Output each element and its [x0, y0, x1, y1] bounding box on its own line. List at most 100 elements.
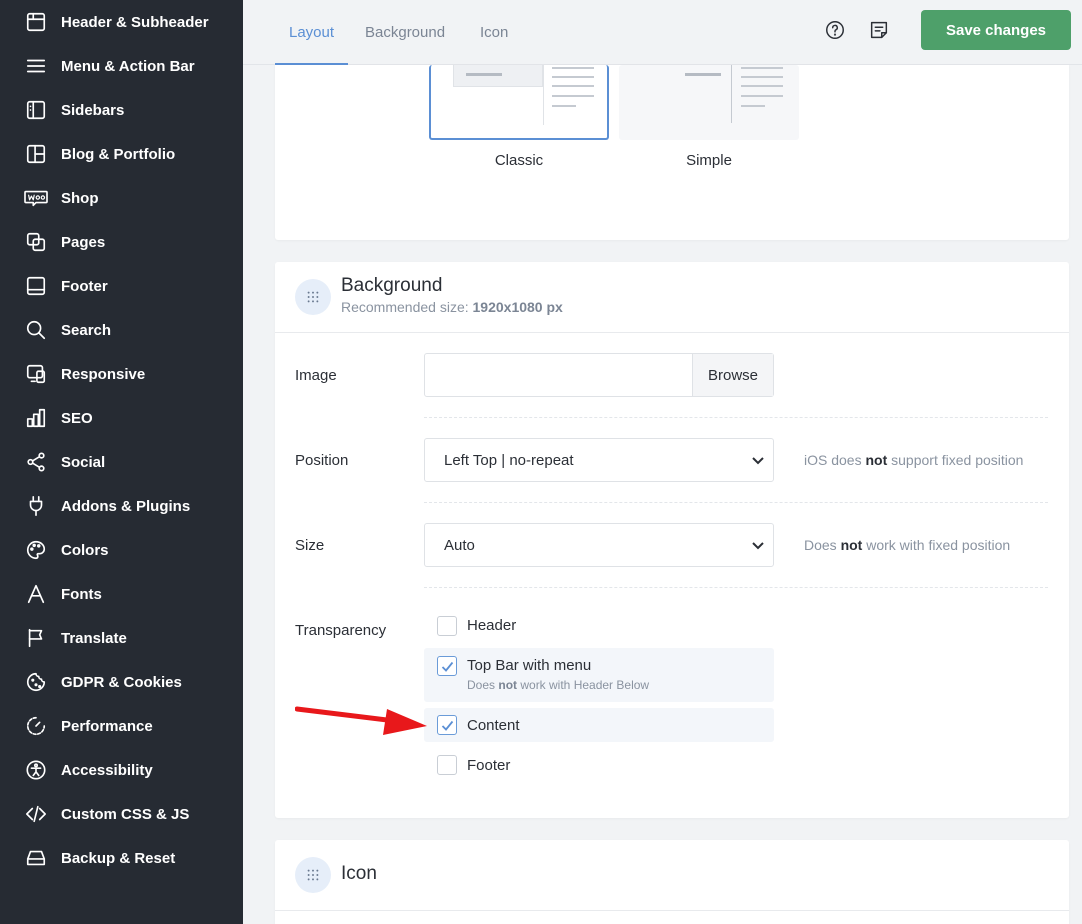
footer-checkbox[interactable] [437, 755, 457, 775]
checkbox-label: Content [467, 717, 520, 734]
card-title: Background [341, 275, 443, 296]
sidebar-item-performance[interactable]: Performance [0, 704, 243, 748]
transparency-header-checkbox-row[interactable]: Header [424, 608, 774, 640]
sidebar-item-label: GDPR & Cookies [61, 673, 182, 691]
sidebar-item-translate[interactable]: Translate [0, 616, 243, 660]
check-icon [441, 661, 454, 672]
sidebar-item-shop[interactable]: Shop [0, 176, 243, 220]
plug-icon [24, 494, 48, 518]
layout-preview-header [453, 65, 543, 87]
image-field: Browse [424, 353, 774, 397]
sidebar-item-footer[interactable]: Footer [0, 264, 243, 308]
icon-card: Icon [275, 840, 1069, 924]
woo-icon [22, 186, 50, 210]
sidebar-item-fonts[interactable]: Fonts [0, 572, 243, 616]
accessibility-icon [24, 758, 48, 782]
sidebar-item-label: Accessibility [61, 761, 153, 779]
header-checkbox[interactable] [437, 616, 457, 636]
position-hint: iOS does not support fixed position [804, 452, 1023, 468]
sidebar-item-pages[interactable]: Pages [0, 220, 243, 264]
sidebar-item-colors[interactable]: Colors [0, 528, 243, 572]
checkbox-sublabel: Does not work with Header Below [467, 678, 649, 692]
row-separator [424, 587, 1048, 588]
card-title: Icon [341, 863, 377, 884]
hint-suffix: work with fixed position [862, 537, 1011, 553]
hint-prefix: iOS does [804, 452, 866, 468]
sidebar-item-backup-reset[interactable]: Backup & Reset [0, 836, 243, 880]
sidebar-item-blog-portfolio[interactable]: Blog & Portfolio [0, 132, 243, 176]
save-changes-button[interactable]: Save changes [921, 10, 1071, 50]
blog-icon [24, 142, 48, 166]
sidebar-item-label: Fonts [61, 585, 102, 603]
hint-bold: not [840, 537, 863, 553]
help-icon[interactable] [824, 19, 846, 41]
tab-icon[interactable]: Icon [480, 0, 508, 65]
sidebar-item-header-subheader[interactable]: Header & Subheader [0, 0, 243, 44]
hint-suffix: support fixed position [887, 452, 1024, 468]
sidebar-item-label: Addons & Plugins [61, 497, 191, 515]
sidebar-item-label: Sidebars [61, 101, 125, 119]
sidebar-item-accessibility[interactable]: Accessibility [0, 748, 243, 792]
sidebar: Header & Subheader Menu & Action Bar Sid… [0, 0, 243, 924]
top-bar-checkbox[interactable] [437, 656, 457, 676]
sidebar-item-label: Translate [61, 629, 127, 647]
position-select[interactable]: Left Top | no-repeat [424, 438, 774, 482]
sidebar-item-custom-css-js[interactable]: Custom CSS & JS [0, 792, 243, 836]
layout-option-simple[interactable] [619, 65, 799, 140]
browse-button[interactable]: Browse [692, 354, 773, 396]
size-select[interactable]: Auto [424, 523, 774, 567]
annotation-arrow-icon [295, 706, 427, 735]
sidebar-item-search[interactable]: Search [0, 308, 243, 352]
tab-label: Icon [480, 24, 509, 41]
tab-background[interactable]: Background [365, 0, 445, 65]
sidebar-item-label: Blog & Portfolio [61, 145, 176, 163]
drag-handle-icon[interactable] [295, 279, 331, 315]
share-icon [24, 450, 48, 474]
check-icon [441, 720, 454, 731]
image-url-input[interactable] [425, 354, 692, 396]
sidebar-item-menu-action-bar[interactable]: Menu & Action Bar [0, 44, 243, 88]
sub-suffix: work with Header Below [517, 678, 650, 692]
size-value: Auto [444, 537, 475, 554]
palette-icon [24, 538, 48, 562]
hint-bold: not [865, 452, 888, 468]
transparency-footer-checkbox-row[interactable]: Footer [424, 748, 774, 782]
sidebar-item-social[interactable]: Social [0, 440, 243, 484]
subtitle-prefix: Recommended size: [341, 299, 473, 315]
position-label: Position [295, 452, 349, 469]
responsive-icon [24, 362, 48, 386]
tab-layout[interactable]: Layout [274, 0, 349, 66]
menu-icon [24, 54, 48, 78]
sidebar-item-responsive[interactable]: Responsive [0, 352, 243, 396]
image-label: Image [295, 367, 337, 384]
sidebar-item-seo[interactable]: SEO [0, 396, 243, 440]
transparency-top-bar-checkbox-row[interactable]: Top Bar with menu Does not work with Hea… [424, 648, 774, 702]
cookie-icon [24, 670, 48, 694]
top-bar: Layout Background Icon Save changes [243, 0, 1082, 66]
sidebar-item-sidebars[interactable]: Sidebars [0, 88, 243, 132]
notes-icon[interactable] [868, 19, 890, 41]
content-checkbox[interactable] [437, 715, 457, 735]
chevron-down-icon [751, 453, 765, 467]
drag-handle-icon[interactable] [295, 857, 331, 893]
position-value: Left Top | no-repeat [444, 452, 574, 469]
sidebar-item-label: Menu & Action Bar [61, 57, 195, 75]
divider [275, 910, 1069, 911]
row-separator [424, 502, 1048, 503]
performance-icon [24, 714, 48, 738]
header-icon [24, 10, 48, 34]
sidebar-item-label: Colors [61, 541, 109, 559]
sidebars-icon [24, 98, 48, 122]
layout-option-label: Classic [494, 152, 544, 169]
transparency-label: Transparency [295, 622, 387, 639]
sidebar-item-label: Custom CSS & JS [61, 805, 190, 823]
transparency-content-checkbox-row[interactable]: Content [424, 708, 774, 742]
code-icon [24, 802, 48, 826]
chevron-down-icon [751, 538, 765, 552]
sidebar-item-addons-plugins[interactable]: Addons & Plugins [0, 484, 243, 528]
layout-option-classic[interactable] [429, 65, 609, 140]
sidebar-item-gdpr-cookies[interactable]: GDPR & Cookies [0, 660, 243, 704]
sidebar-item-label: Backup & Reset [61, 849, 176, 867]
sidebar-item-label: Responsive [61, 365, 146, 383]
search-icon [24, 318, 48, 342]
